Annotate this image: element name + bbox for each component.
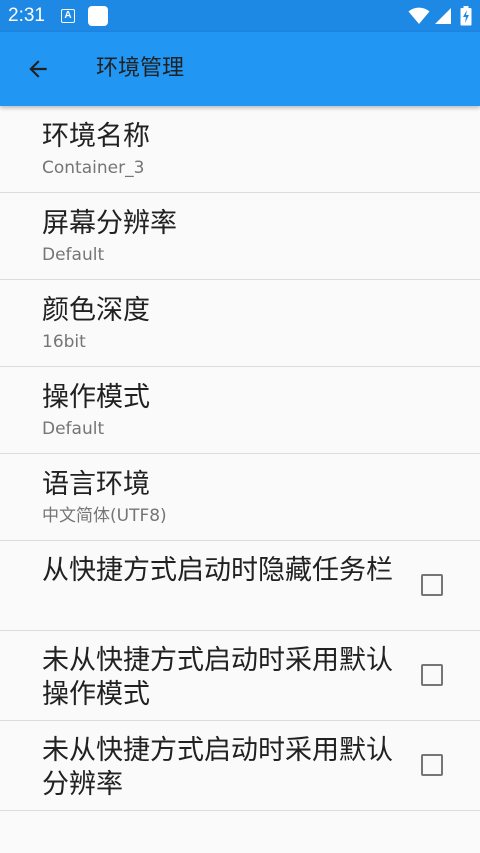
setting-operation-mode[interactable]: 操作模式 Default bbox=[0, 367, 480, 454]
default-operation-mode-checkbox[interactable] bbox=[421, 664, 443, 686]
setting-title: 操作模式 bbox=[42, 382, 150, 413]
hide-taskbar-checkbox[interactable] bbox=[421, 574, 443, 596]
setting-title: 未从快捷方式启动时采用默认操作模式 bbox=[42, 645, 393, 710]
default-resolution-checkbox[interactable] bbox=[421, 754, 443, 776]
setting-summary: Default bbox=[42, 419, 105, 439]
back-button[interactable] bbox=[16, 47, 60, 91]
page-title: 环境管理 bbox=[96, 56, 185, 81]
setting-summary: Default bbox=[42, 245, 105, 265]
setting-default-resolution[interactable]: 未从快捷方式启动时采用默认分辨率 bbox=[0, 721, 480, 811]
setting-title: 语言环境 bbox=[42, 469, 150, 500]
setting-title: 屏幕分辨率 bbox=[42, 208, 177, 239]
setting-title: 从快捷方式启动时隐藏任务栏 bbox=[42, 555, 393, 586]
setting-title: 环境名称 bbox=[42, 121, 150, 152]
setting-summary: 16bit bbox=[42, 332, 86, 352]
notification-square-icon bbox=[88, 6, 108, 26]
arrow-left-icon bbox=[29, 60, 47, 78]
status-time: 2:31 bbox=[8, 5, 45, 26]
signal-icon bbox=[435, 8, 451, 24]
setting-summary: Container_3 bbox=[42, 158, 145, 178]
setting-locale[interactable]: 语言环境 中文简体(UTF8) bbox=[0, 454, 480, 541]
setting-title: 未从快捷方式启动时采用默认分辨率 bbox=[42, 735, 393, 800]
setting-color-depth[interactable]: 颜色深度 16bit bbox=[0, 280, 480, 367]
battery-charging-icon bbox=[460, 6, 472, 26]
status-bar: 2:31 A bbox=[0, 0, 480, 32]
setting-environment-name[interactable]: 环境名称 Container_3 bbox=[0, 106, 480, 193]
notification-a-icon: A bbox=[61, 9, 75, 23]
setting-hide-taskbar[interactable]: 从快捷方式启动时隐藏任务栏 bbox=[0, 541, 480, 631]
setting-default-operation-mode[interactable]: 未从快捷方式启动时采用默认操作模式 bbox=[0, 631, 480, 721]
settings-list: 环境名称 Container_3 屏幕分辨率 Default 颜色深度 16bi… bbox=[0, 106, 480, 811]
wifi-icon bbox=[408, 7, 430, 24]
setting-summary: 中文简体(UTF8) bbox=[42, 506, 167, 526]
app-bar: 环境管理 bbox=[0, 32, 480, 106]
setting-screen-resolution[interactable]: 屏幕分辨率 Default bbox=[0, 193, 480, 280]
setting-title: 颜色深度 bbox=[42, 295, 150, 326]
